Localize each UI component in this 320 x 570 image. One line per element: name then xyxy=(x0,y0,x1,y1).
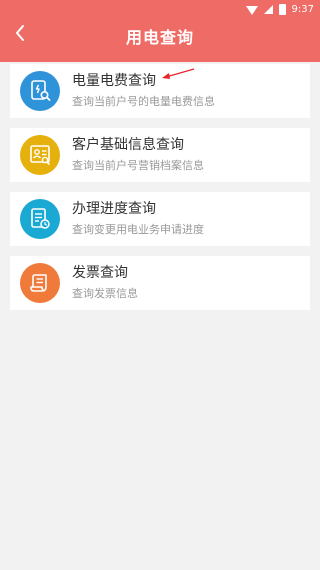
menu-item-title: 客户基础信息查询 xyxy=(72,137,184,153)
menu-item-subtitle: 查询发票信息 xyxy=(72,287,138,300)
bill-search-icon xyxy=(20,71,60,111)
wifi-icon xyxy=(245,5,258,15)
menu-item-subtitle: 查询变更用电业务申请进度 xyxy=(72,223,204,236)
menu-item-subtitle: 查询当前户号营销档案信息 xyxy=(72,159,204,172)
menu-item-progress[interactable]: 办理进度查询 查询变更用电业务申请进度 xyxy=(10,192,310,246)
app-header: 9:37 用电查询 xyxy=(0,0,320,62)
menu-item-electricity-bill[interactable]: 电量电费查询 查询当前户号的电量电费信息 xyxy=(10,64,310,118)
menu-item-title: 办理进度查询 xyxy=(72,201,156,217)
menu-item-invoice[interactable]: 发票查询 查询发票信息 xyxy=(10,256,310,310)
receipt-icon xyxy=(20,263,60,303)
progress-clock-icon xyxy=(20,199,60,239)
status-time: 9:37 xyxy=(291,3,314,15)
menu-item-customer-info[interactable]: 客户基础信息查询 查询当前户号营销档案信息 xyxy=(10,128,310,182)
query-menu-list: 电量电费查询 查询当前户号的电量电费信息 客户基础信息查询 查询当前户号营销档案… xyxy=(10,64,310,320)
page-title: 用电查询 xyxy=(125,28,194,47)
profile-card-icon xyxy=(20,135,60,175)
annotation-arrow-icon xyxy=(162,68,195,79)
status-bar: 9:37 xyxy=(245,2,314,16)
battery-icon xyxy=(278,3,286,15)
signal-icon xyxy=(263,4,273,14)
menu-item-subtitle: 查询当前户号的电量电费信息 xyxy=(72,95,215,108)
menu-item-title: 发票查询 xyxy=(72,265,128,281)
